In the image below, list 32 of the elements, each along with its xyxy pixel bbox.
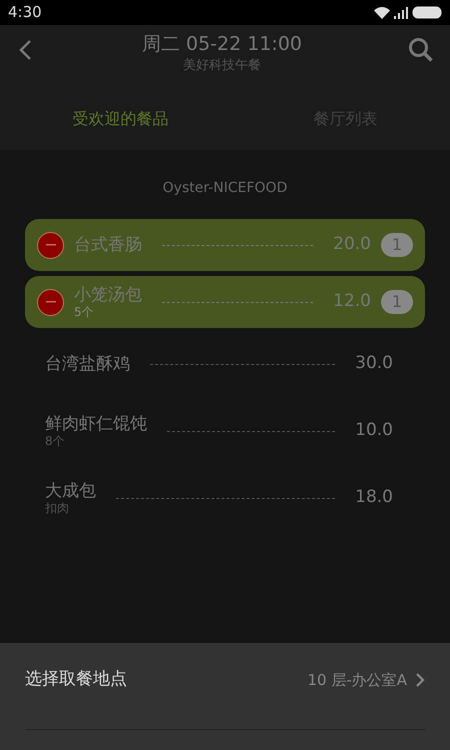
- dish-name: 大成包: [45, 481, 96, 502]
- tab[interactable]: 受欢迎的餐品: [72, 107, 168, 132]
- dish-name: 台式香肠: [74, 234, 142, 256]
- dish-note: 扣肉: [45, 502, 70, 515]
- battery-icon: [412, 6, 442, 19]
- dish-row[interactable]: 台湾盐酥鸡 30.0: [25, 333, 425, 395]
- dish-price: 12.0: [333, 290, 371, 314]
- dish-note: 5个: [74, 306, 95, 319]
- dish-price: 30.0: [355, 352, 393, 376]
- dish-note: 8个: [45, 434, 66, 448]
- dish-price: 20.0: [333, 233, 371, 256]
- remove-button[interactable]: [37, 288, 64, 316]
- dish-name: 台湾盐酥鸡: [45, 354, 130, 374]
- dish-price: 18.0: [355, 486, 393, 510]
- dish-name: 小笼汤包: [74, 285, 142, 306]
- chevron-icon: [415, 672, 425, 688]
- pickup-label: 选择取餐地点: [25, 668, 127, 691]
- header-subtitle: 美好科技午餐: [182, 56, 262, 75]
- minus-icon: [46, 244, 56, 246]
- pickup-value: 10 层-办公室A: [307, 670, 407, 690]
- minus-icon: [46, 301, 56, 303]
- wifi-icon: [374, 6, 390, 18]
- signal-icon: [394, 6, 408, 18]
- search-button[interactable]: [408, 37, 434, 63]
- restaurant-name: Oyster-NICEFOOD: [162, 179, 288, 198]
- dish-price: 10.0: [355, 419, 393, 442]
- dish-name: 鲜肉虾仁馄饨: [45, 414, 147, 435]
- status-time: 4:30: [8, 2, 42, 24]
- remove-button[interactable]: [37, 232, 64, 258]
- dish-row[interactable]: 鲜肉虾仁馄饨 8个 10.0: [25, 400, 425, 462]
- dish-row[interactable]: 大成包 扣肉 18.0: [25, 467, 425, 529]
- header-title: 周二 05-22 11:00: [142, 33, 302, 56]
